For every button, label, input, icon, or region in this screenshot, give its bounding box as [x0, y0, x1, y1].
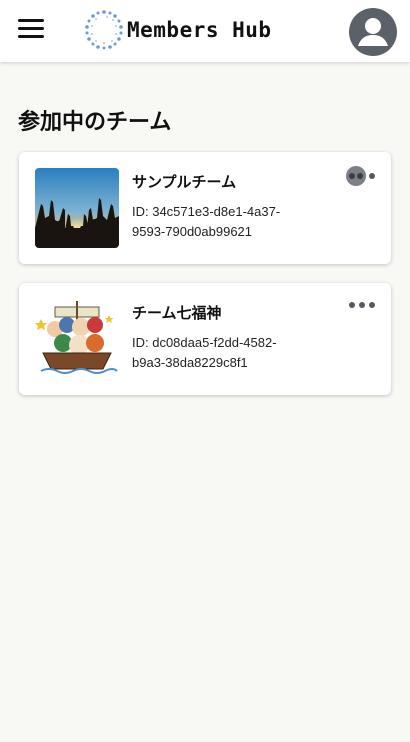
menu-line	[18, 35, 44, 38]
menu-line	[18, 27, 44, 30]
team-name: チーム七福神	[132, 304, 222, 322]
hamburger-menu-button[interactable]	[16, 16, 46, 42]
more-options-button[interactable]	[346, 166, 378, 186]
app-brand-name: Members Hub	[127, 18, 272, 42]
app-logo-icon	[85, 10, 123, 50]
menu-line	[18, 19, 44, 22]
more-options-icon	[346, 166, 375, 186]
team-id: ID: 34c571e3-d8e1-4a37- 9593-790d0ab9962…	[132, 202, 322, 242]
team-card[interactable]: チーム七福神 ID: dc08daa5-f2dd-4582- b9a3-38da…	[19, 283, 391, 395]
app-header: Members Hub	[0, 0, 410, 62]
team-id: ID: dc08daa5-f2dd-4582- b9a3-38da8229c8f…	[132, 333, 322, 373]
team-card[interactable]: サンプルチーム ID: 34c571e3-d8e1-4a37- 9593-790…	[19, 152, 391, 264]
more-options-button[interactable]	[346, 297, 378, 313]
user-avatar-icon	[358, 18, 388, 46]
more-options-icon	[349, 302, 375, 308]
team-thumbnail-crowd-sunset	[35, 168, 119, 248]
team-name: サンプルチーム	[132, 173, 237, 191]
team-thumbnail-lucky-gods	[35, 299, 119, 379]
page-title: 参加中のチーム	[18, 110, 172, 135]
team-id-line: ID: 34c571e3-d8e1-4a37-	[132, 204, 281, 219]
team-id-line: b9a3-38da8229c8f1	[132, 355, 248, 370]
user-avatar-button[interactable]	[349, 8, 397, 56]
team-id-line: 9593-790d0ab99621	[132, 224, 253, 239]
team-id-line: ID: dc08daa5-f2dd-4582-	[132, 335, 277, 350]
